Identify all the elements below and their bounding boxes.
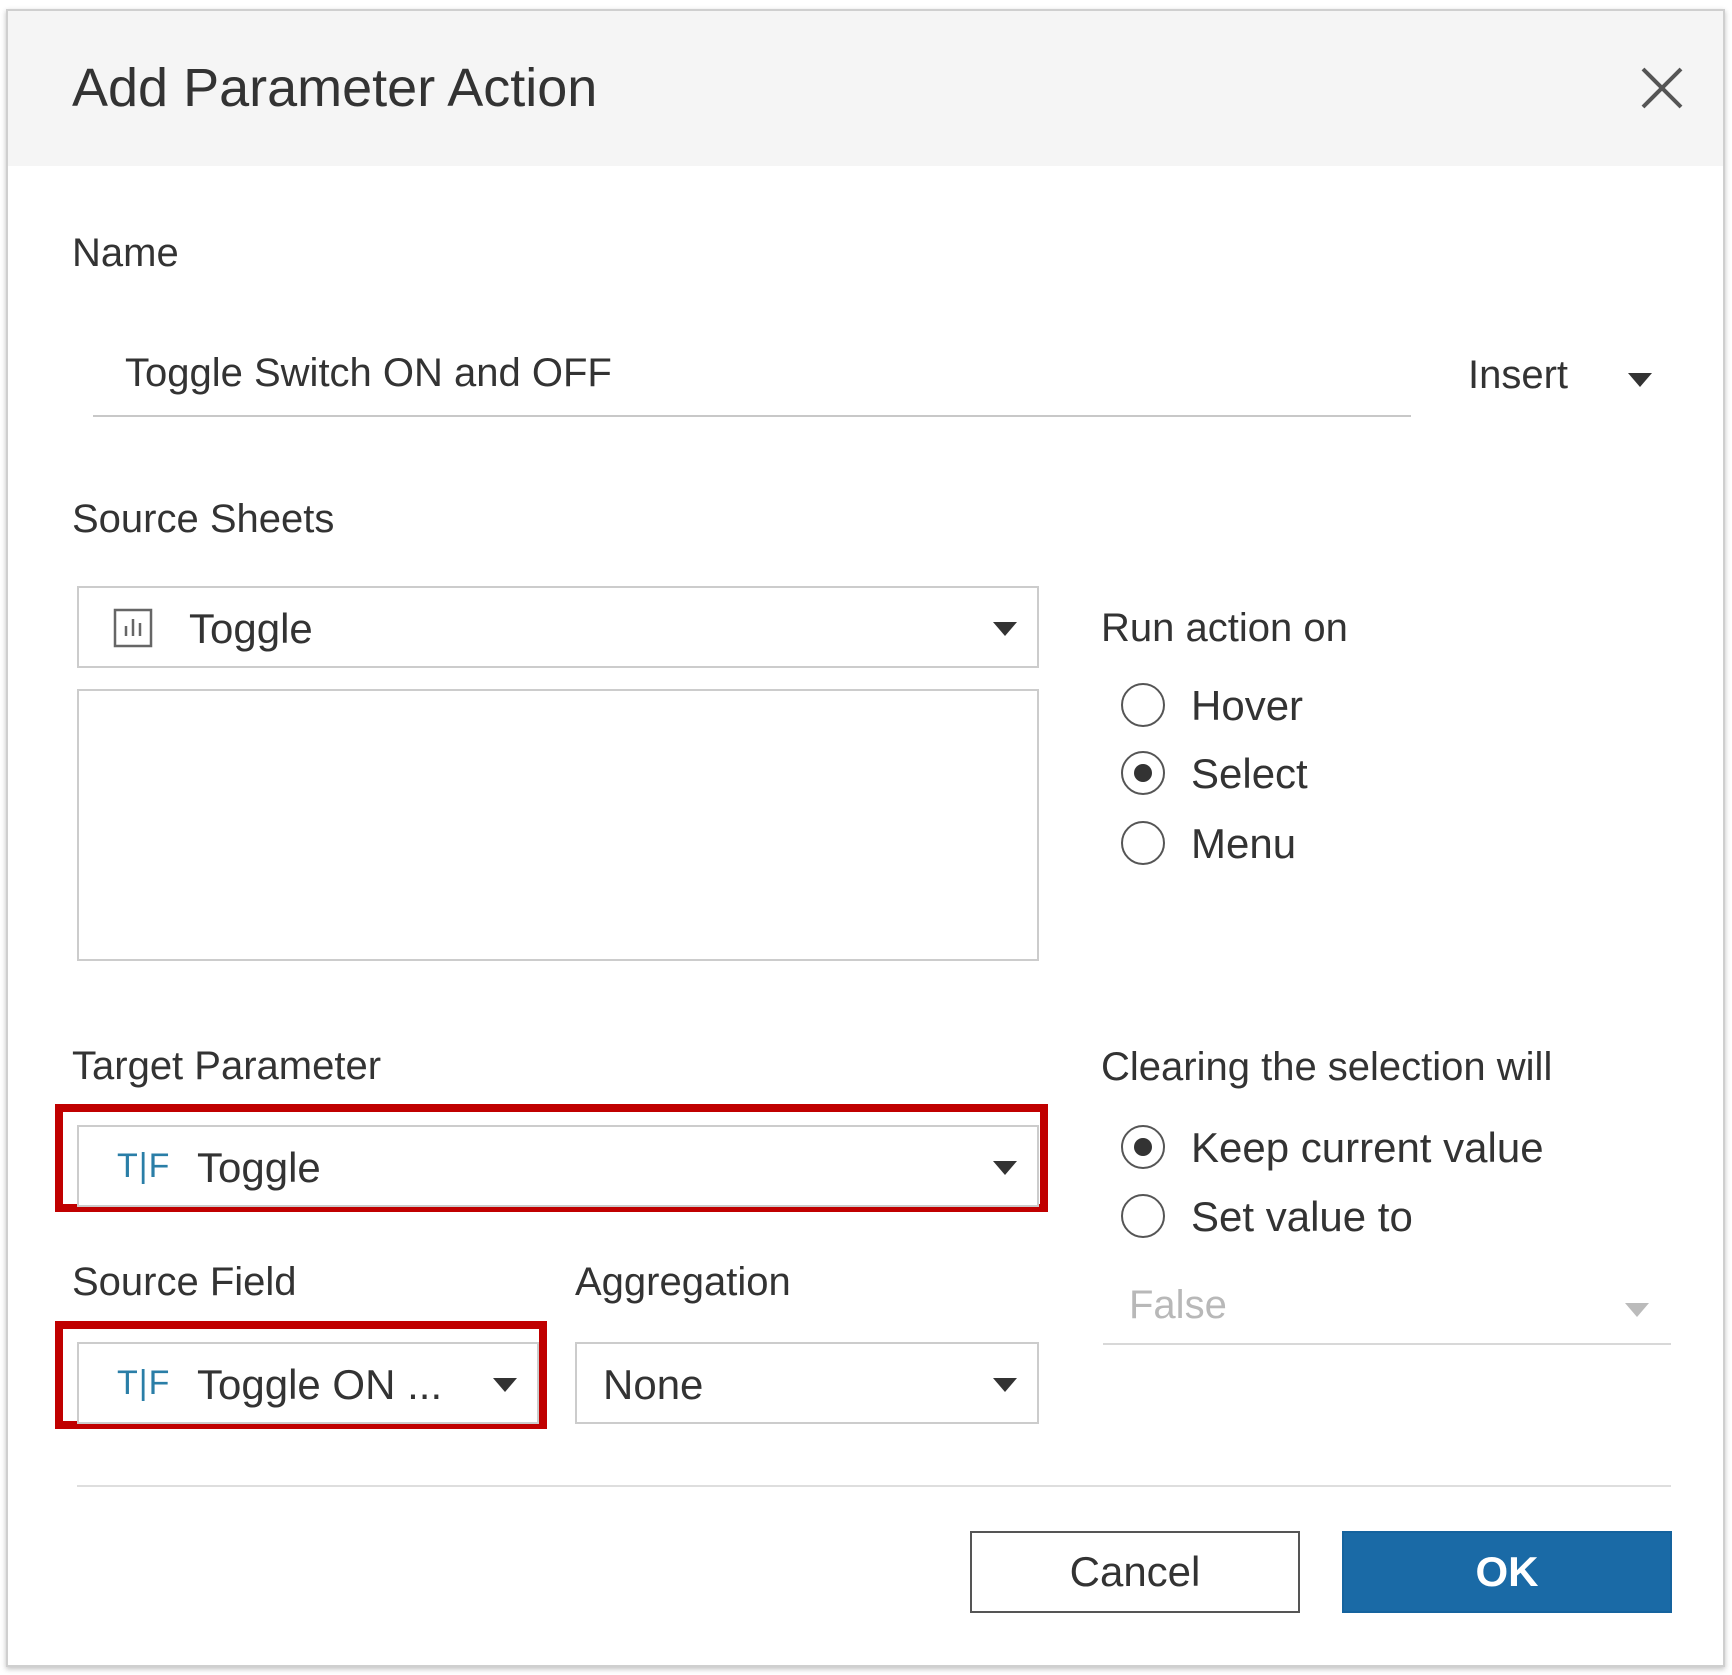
radio-label: Menu [1191, 820, 1297, 867]
chevron-down-icon [993, 1161, 1017, 1175]
chevron-down-icon [493, 1378, 517, 1392]
insert-caret-icon[interactable] [1628, 373, 1652, 387]
aggregation-label: Aggregation [575, 1260, 791, 1304]
chevron-down-icon [993, 1378, 1017, 1392]
run-action-on-label: Run action on [1101, 606, 1348, 650]
name-input[interactable] [93, 331, 1411, 417]
source-sheets-list[interactable] [77, 689, 1039, 961]
radio-button[interactable] [1121, 683, 1165, 727]
radio-label: Select [1191, 750, 1308, 797]
boolean-field-icon: T|F [117, 1147, 171, 1185]
radio-button[interactable] [1121, 751, 1165, 795]
close-icon[interactable] [1637, 63, 1687, 113]
target-parameter-value: Toggle [197, 1144, 321, 1191]
radio-button[interactable] [1121, 1194, 1165, 1238]
chevron-down-icon [993, 622, 1017, 636]
radio-label: Set value to [1191, 1193, 1413, 1240]
ok-button[interactable]: OK [1342, 1531, 1672, 1613]
source-sheets-label: Source Sheets [72, 497, 335, 541]
source-field-value: Toggle ON ... [197, 1361, 443, 1408]
cancel-button[interactable]: Cancel [970, 1531, 1300, 1613]
target-parameter-select[interactable]: T|F Toggle [77, 1125, 1039, 1207]
radio-label: Hover [1191, 682, 1304, 729]
chevron-down-icon [1625, 1303, 1649, 1317]
boolean-field-icon: T|F [117, 1364, 171, 1402]
name-label: Name [72, 231, 179, 275]
clearing-label: Clearing the selection will [1101, 1045, 1553, 1089]
dialog-title: Add Parameter Action [72, 58, 598, 118]
insert-dropdown[interactable]: Insert [1468, 355, 1568, 395]
footer-divider [77, 1485, 1671, 1487]
target-parameter-label: Target Parameter [72, 1044, 382, 1088]
dialog-header: Add Parameter Action [8, 11, 1723, 166]
radio-button[interactable] [1121, 1125, 1165, 1169]
source-field-label: Source Field [72, 1260, 297, 1304]
insert-label: Insert [1468, 353, 1569, 397]
set-value-select: False [1103, 1273, 1671, 1345]
radio-selected-dot [1134, 1138, 1152, 1156]
radio-label: Keep current value [1191, 1124, 1544, 1171]
radio-selected-dot [1134, 764, 1152, 782]
source-field-select[interactable]: T|F Toggle ON ... [77, 1342, 539, 1424]
aggregation-value: None [603, 1361, 704, 1408]
radio-button[interactable] [1121, 821, 1165, 865]
source-sheets-value: Toggle [189, 605, 313, 652]
sheet-icon [113, 608, 153, 653]
add-parameter-action-dialog: Add Parameter Action Name Insert Source … [6, 9, 1725, 1667]
set-value-value: False [1129, 1283, 1227, 1327]
source-sheets-select[interactable]: Toggle [77, 586, 1039, 668]
aggregation-select[interactable]: None [575, 1342, 1039, 1424]
